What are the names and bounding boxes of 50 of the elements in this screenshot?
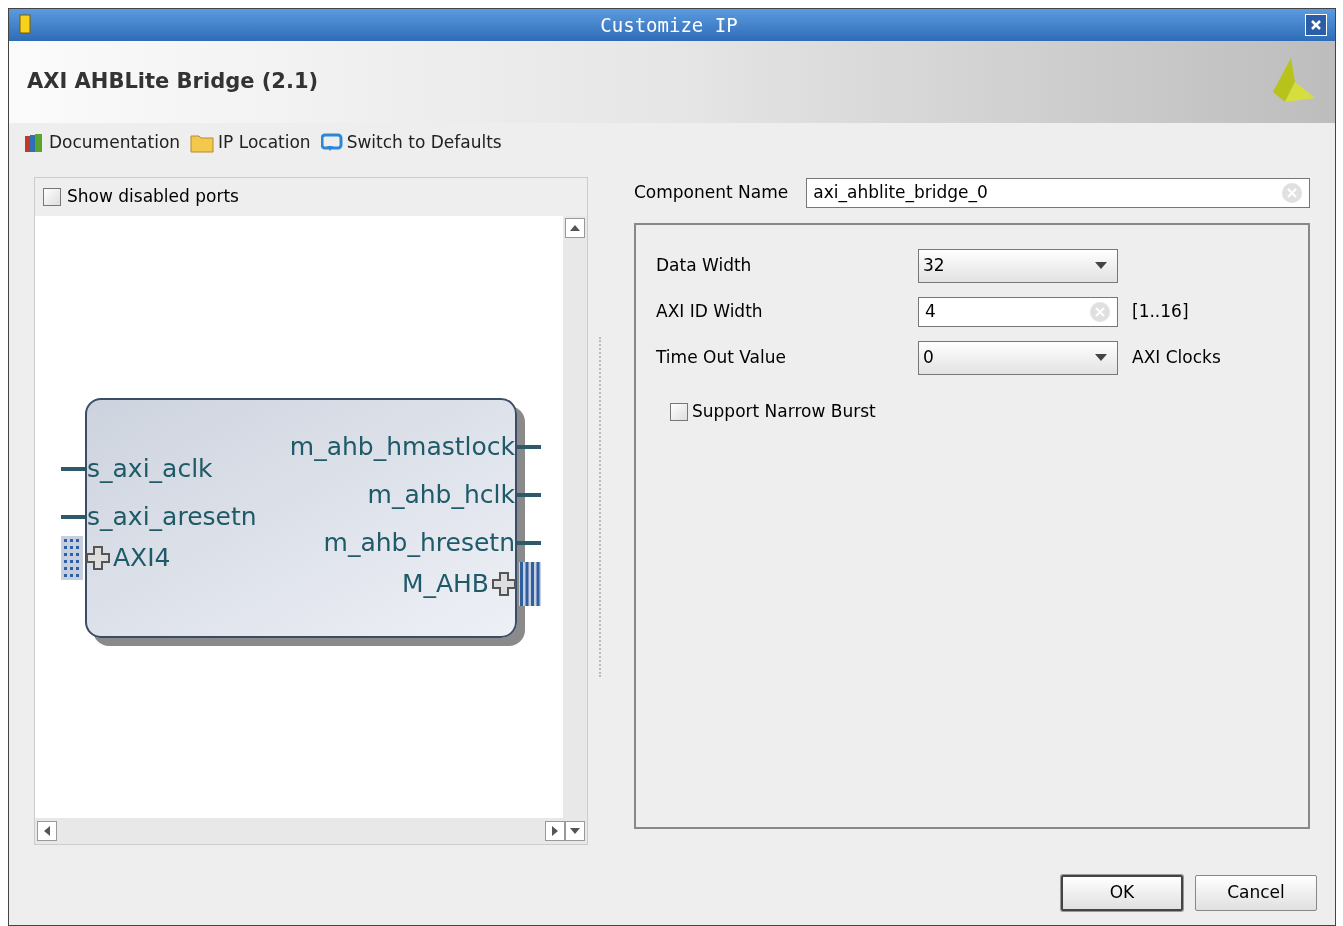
port-label: m_ahb_hmastlock [289,431,515,463]
toolbar-button[interactable]: IP Location [190,130,311,156]
scroll-left-icon[interactable] [37,821,57,841]
port-label: s_axi_aclk [87,453,213,485]
app-icon [17,14,33,36]
field-hint: [1..16] [1132,300,1189,324]
vertical-scrollbar[interactable] [563,216,588,818]
dropdown[interactable]: 0 [918,341,1118,375]
dropdown[interactable]: 32 [918,249,1118,283]
plus-icon[interactable] [491,571,517,597]
checkbox-label: Support Narrow Burst [692,400,876,423]
folder-icon [190,133,215,153]
caret-icon [1095,354,1107,362]
wire-port-icon [517,444,541,449]
window-title: Customize IP [599,12,739,38]
close-icon [1310,19,1322,31]
books-icon [23,132,45,154]
close-button[interactable] [1305,14,1327,36]
checkbox[interactable] [670,402,688,421]
wire-port-icon [517,540,541,545]
toolbar-button[interactable]: Documentation [23,130,181,156]
port-label: m_ahb_hresetn [323,527,515,559]
scroll-down-icon[interactable] [565,821,586,841]
component-name-field[interactable]: axi_ahblite_bridge_0 [806,178,1310,208]
port-label: M_AHB [401,568,489,601]
bus-port-icon [519,562,541,606]
wire-port-icon [61,514,85,519]
field-label: Component Name [634,181,789,205]
dialog-button[interactable]: Cancel [1195,875,1317,911]
field-hint: AXI Clocks [1132,346,1221,370]
field-label: Time Out Value [656,346,787,370]
scroll-up-icon[interactable] [565,218,586,238]
field-label: Data Width [656,254,753,278]
plus-icon[interactable] [85,545,111,571]
port-label: m_ahb_hclk [367,479,515,511]
port-label: AXI4 [113,542,171,575]
checkbox-label: Show disabled ports [67,185,239,209]
bus-port-icon [61,536,83,580]
input-field[interactable]: 4 [918,297,1118,327]
dialog-button[interactable]: OK [1061,875,1183,911]
ip-title: AXI AHBLite Bridge (2.1) [27,68,319,96]
toolbar-button[interactable]: Switch to Defaults [320,130,502,156]
port-label: s_axi_aresetn [87,501,257,533]
caret-icon [1095,262,1107,270]
field-label: AXI ID Width [656,300,764,324]
horizontal-scrollbar[interactable] [35,818,588,844]
wire-port-icon [61,466,85,471]
wire-port-icon [517,492,541,497]
checkbox[interactable] [43,188,61,206]
scroll-right-icon[interactable] [545,821,566,841]
